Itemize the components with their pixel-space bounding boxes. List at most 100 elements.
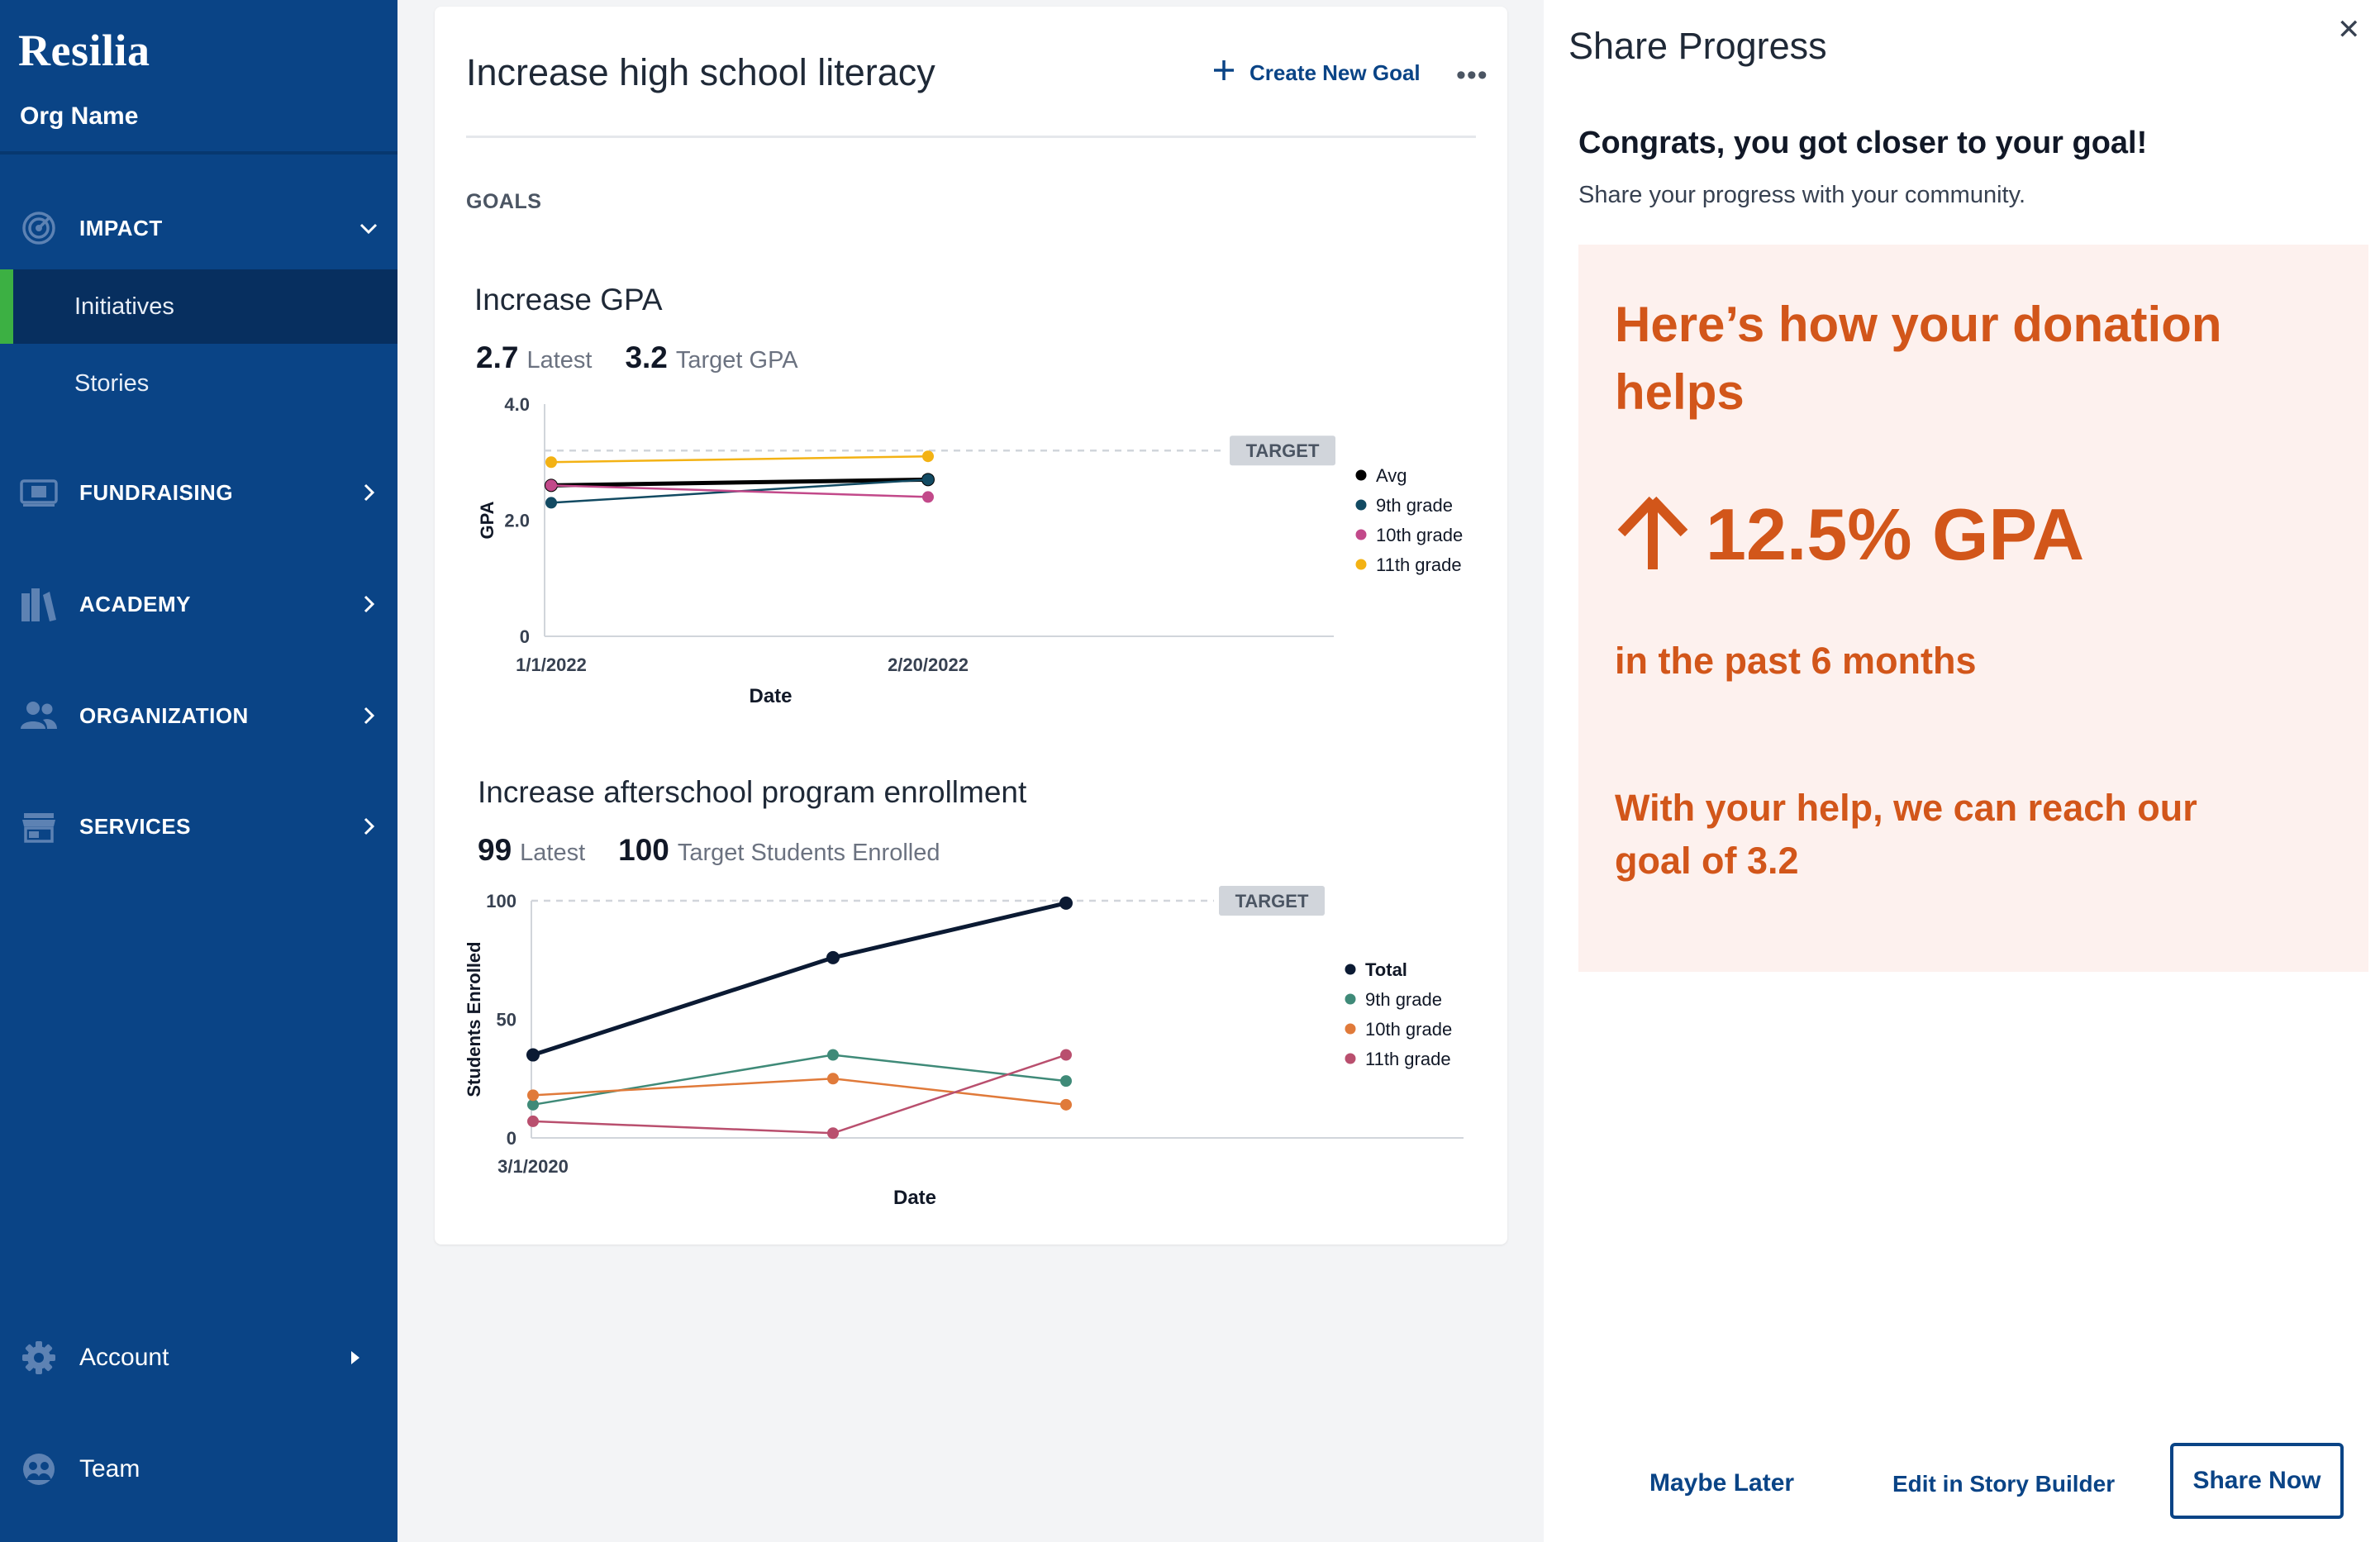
org-name[interactable]: Org Name	[20, 102, 138, 131]
series-line	[532, 901, 1067, 1057]
nav-organization[interactable]: ORGANIZATION	[0, 678, 397, 753]
maybe-later-button[interactable]: Maybe Later	[1649, 1469, 1794, 1497]
create-goal-label: Create New Goal	[1250, 60, 1421, 85]
data-point	[545, 456, 557, 469]
legend-label: Avg	[1376, 465, 1407, 486]
y-tick-label: 4.0	[504, 394, 530, 415]
goals-card: Increase high school literacy Create New…	[435, 7, 1507, 1245]
congrats-heading: Congrats, you got closer to your goal!	[1578, 126, 2148, 160]
target-badge-label: TARGET	[1235, 891, 1309, 911]
legend-label: 9th grade	[1365, 989, 1442, 1010]
share-now-button[interactable]: Share Now	[2170, 1443, 2344, 1519]
data-point	[827, 1127, 839, 1140]
more-options-button[interactable]: •••	[1456, 59, 1488, 92]
storefront-icon	[20, 807, 58, 845]
promo-period: in the past 6 months	[1615, 640, 1977, 682]
goal-title[interactable]: Increase afterschool program enrollment	[478, 775, 1026, 810]
x-axis-title: Date	[893, 1187, 936, 1209]
arrow-up-icon	[1615, 495, 1691, 575]
nav-impact-label: IMPACT	[79, 215, 163, 240]
nav-fundraising[interactable]: FUNDRAISING	[0, 455, 397, 530]
edit-story-builder-button[interactable]: Edit in Story Builder	[1892, 1471, 2115, 1497]
data-point	[1059, 896, 1073, 910]
target-value: 100	[618, 833, 669, 867]
plus-icon	[1211, 58, 1236, 88]
create-goal-button[interactable]: Create New Goal	[1211, 58, 1421, 88]
goal-stats: 2.7 Latest 3.2 Target GPA	[476, 340, 798, 375]
gear-icon	[20, 1339, 58, 1377]
goal-stats: 99 Latest 100 Target Students Enrolled	[478, 833, 940, 868]
data-point	[527, 1115, 539, 1127]
close-icon[interactable]: ✕	[2337, 13, 2361, 46]
legend-marker	[1355, 469, 1367, 481]
goal-title[interactable]: Increase GPA	[474, 283, 663, 317]
y-tick-label: 50	[497, 1010, 516, 1030]
people-icon	[20, 697, 58, 735]
data-point	[922, 491, 934, 503]
nav-services[interactable]: SERVICES	[0, 789, 397, 864]
chevron-down-icon	[356, 216, 381, 240]
data-point	[545, 479, 557, 492]
legend-label: 10th grade	[1365, 1019, 1452, 1040]
promo-goal: With your help, we can reach our goal of…	[1615, 787, 2197, 882]
sidebar: Resilia Org Name IMPACT Initiatives Stor…	[0, 0, 397, 1542]
y-tick-label: 2.0	[504, 511, 530, 531]
sidebar-item-stories-label: Stories	[74, 369, 150, 397]
books-icon	[20, 585, 58, 623]
sidebar-item-stories[interactable]: Stories	[0, 346, 397, 421]
latest-label: Latest	[526, 347, 593, 374]
data-point	[827, 1073, 839, 1085]
enrollment-chart: 0 50 100 3/1/2020 Date Students Enrolled TARGE…	[464, 886, 1464, 1209]
nav-account[interactable]: Account	[0, 1321, 397, 1395]
latest-value: 2.7	[476, 340, 519, 374]
legend-marker	[1345, 1023, 1356, 1035]
legend-marker	[1355, 499, 1367, 511]
target-icon	[20, 209, 58, 247]
data-point	[922, 474, 934, 486]
x-tick-label: 2/20/2022	[888, 654, 969, 675]
legend-marker	[1355, 529, 1367, 540]
nav-team-label: Team	[79, 1455, 140, 1483]
x-tick-label: 1/1/2022	[516, 654, 587, 675]
goals-section-label: GOALS	[466, 190, 542, 213]
nav-team[interactable]: Team	[0, 1432, 397, 1506]
nav-services-label: SERVICES	[79, 813, 192, 839]
legend-marker	[1345, 964, 1356, 975]
nav-impact[interactable]: IMPACT	[0, 191, 397, 265]
data-point	[1060, 1049, 1072, 1061]
x-tick-label: 3/1/2020	[497, 1156, 569, 1177]
sidebar-divider	[0, 151, 397, 155]
legend-marker	[1345, 1053, 1356, 1064]
target-label: Target Students Enrolled	[677, 840, 940, 866]
brand-logo[interactable]: Resilia	[18, 25, 150, 76]
chevron-right-icon	[356, 814, 381, 839]
y-tick-label: 100	[486, 891, 516, 911]
legend-label: 11th grade	[1365, 1049, 1451, 1069]
target-label: Target GPA	[675, 347, 798, 374]
nav-organization-label: ORGANIZATION	[79, 702, 249, 728]
data-point	[827, 1049, 839, 1061]
data-point	[526, 1048, 540, 1062]
data-point	[527, 1089, 539, 1102]
target-badge-label: TARGET	[1246, 440, 1320, 461]
sidebar-item-initiatives[interactable]: Initiatives	[0, 269, 397, 344]
latest-label: Latest	[520, 840, 586, 866]
legend-label: 11th grade	[1376, 554, 1462, 575]
team-icon	[20, 1450, 58, 1488]
target-value: 3.2	[625, 340, 668, 374]
chevron-right-icon	[356, 592, 381, 616]
series-line	[550, 484, 929, 498]
sidebar-item-initiatives-label: Initiatives	[74, 293, 174, 320]
money-icon	[20, 474, 58, 512]
gpa-chart: 0 2.0 4.0 1/1/2022 2/20/2022 Date GPA TARGET Avg…	[477, 394, 1463, 707]
y-axis-title: GPA	[477, 501, 497, 539]
nav-fundraising-label: FUNDRAISING	[79, 479, 234, 505]
legend-label: 9th grade	[1376, 495, 1453, 516]
data-point	[922, 450, 934, 463]
page-title: Increase high school literacy	[466, 51, 935, 93]
y-tick-label: 0	[507, 1128, 516, 1149]
active-indicator	[0, 269, 13, 344]
nav-academy[interactable]: ACADEMY	[0, 567, 397, 641]
legend-label: 10th grade	[1376, 525, 1463, 545]
panel-title: Share Progress	[1568, 25, 1827, 67]
